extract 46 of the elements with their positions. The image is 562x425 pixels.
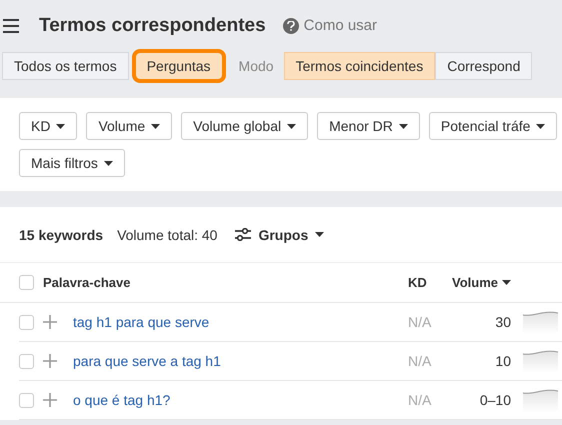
groups-button[interactable]: Grupos <box>235 226 324 242</box>
caret-icon <box>56 124 66 128</box>
kd-value: N/A <box>408 353 432 369</box>
column-header[interactable]: Palavra-chave <box>43 275 408 290</box>
plus-icon[interactable] <box>43 354 57 368</box>
caret-icon <box>315 232 324 237</box>
volume-value: 0–10 <box>478 392 511 408</box>
page-title: Termos correspondentes <box>39 14 266 36</box>
checkbox[interactable] <box>19 275 34 290</box>
keyword-count: 15 keywords <box>19 226 104 242</box>
mode-label: Modo <box>238 58 274 74</box>
kd-value: N/A <box>408 314 432 330</box>
caret-icon <box>536 124 546 128</box>
keyword-link[interactable]: para que serve a tag h1 <box>73 353 408 369</box>
help-icon <box>282 18 299 34</box>
sliders-icon <box>235 228 252 241</box>
caret-icon <box>104 160 113 166</box>
checkbox[interactable] <box>19 354 34 368</box>
menu-icon[interactable] <box>3 18 19 32</box>
column-header[interactable]: KD <box>408 275 451 290</box>
volume-value: 30 <box>494 314 511 330</box>
mode-tab[interactable]: Termos coincidentes <box>284 52 436 80</box>
filter-dropdown[interactable]: Volume <box>86 112 172 140</box>
tab[interactable]: Todos os termos <box>2 52 129 80</box>
volume-value: 10 <box>494 353 511 369</box>
checkbox[interactable] <box>19 392 34 408</box>
caret-icon <box>398 124 408 128</box>
keyword-link[interactable]: o que é tag h1? <box>73 392 408 408</box>
plus-icon[interactable] <box>43 315 57 329</box>
mode-tab[interactable]: Correspond <box>435 52 532 80</box>
total-volume: Volume total: 40 <box>117 226 218 242</box>
checkbox[interactable] <box>19 314 34 330</box>
keyword-link[interactable]: tag h1 para que serve <box>73 314 408 330</box>
column-header[interactable]: Volume <box>451 275 511 290</box>
filter-dropdown[interactable]: Volume global <box>181 112 308 140</box>
filter-dropdown[interactable]: KD <box>19 112 78 140</box>
help-link[interactable]: Como usar <box>282 17 378 34</box>
sort-caret-icon <box>502 280 511 285</box>
filter-dropdown[interactable]: Mais filtros <box>19 149 125 177</box>
kd-value: N/A <box>408 392 432 408</box>
plus-icon[interactable] <box>43 393 57 407</box>
filter-dropdown[interactable]: Menor DR <box>317 112 420 140</box>
caret-icon <box>287 124 296 128</box>
tab[interactable]: Perguntas <box>134 52 223 80</box>
caret-icon <box>151 124 160 128</box>
filter-dropdown[interactable]: Potencial tráfe <box>428 112 558 140</box>
